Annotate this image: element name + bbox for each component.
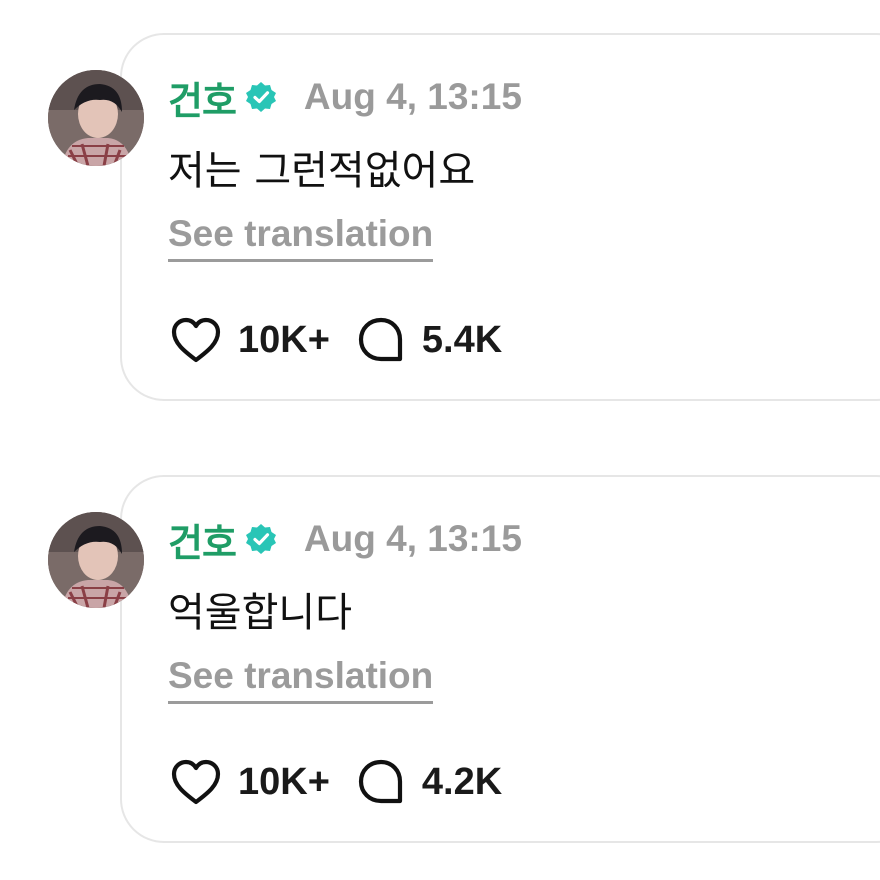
avatar-photo	[48, 512, 144, 608]
author-name[interactable]: 건호	[168, 70, 237, 125]
timestamp: Aug 4, 13:15	[303, 518, 522, 559]
comment-post: 건호 Aug 4, 13:15 저는 그런적없어요 See translatio…	[0, 0, 880, 401]
reply-count: 5.4K	[421, 318, 503, 361]
comment-post: 건호 Aug 4, 13:15 억울합니다 See translation 10…	[0, 442, 880, 843]
heart-icon	[170, 758, 222, 806]
comment-feed: 건호 Aug 4, 13:15 저는 그런적없어요 See translatio…	[0, 0, 880, 880]
comment-header: 건호 Aug 4, 13:15	[168, 516, 522, 565]
comment-bubble-icon	[356, 757, 406, 807]
verified-badge-icon	[244, 80, 278, 114]
see-translation-link[interactable]: See translation	[168, 213, 434, 262]
like-count: 10K+	[238, 318, 330, 361]
timestamp: Aug 4, 13:15	[303, 76, 522, 117]
comment-actions: 10K+ 4.2K	[170, 754, 502, 810]
comment-actions: 10K+ 5.4K	[170, 312, 502, 368]
comment-text: 억울합니다	[168, 590, 352, 636]
reply-button[interactable]: 4.2K	[356, 757, 502, 807]
comment-text: 저는 그런적없어요	[168, 148, 476, 194]
author-name[interactable]: 건호	[168, 512, 237, 567]
comment-bubble-icon	[356, 315, 406, 365]
verified-badge-icon	[244, 522, 278, 556]
avatar-photo	[48, 70, 144, 166]
comment-header: 건호 Aug 4, 13:15	[168, 74, 522, 123]
see-translation-link[interactable]: See translation	[168, 655, 434, 704]
heart-icon	[170, 316, 222, 364]
avatar[interactable]	[48, 512, 144, 608]
reply-button[interactable]: 5.4K	[356, 315, 502, 365]
like-count: 10K+	[238, 760, 330, 803]
reply-count: 4.2K	[421, 760, 503, 803]
like-button[interactable]: 10K+	[170, 758, 330, 806]
like-button[interactable]: 10K+	[170, 316, 330, 364]
avatar[interactable]	[48, 70, 144, 166]
